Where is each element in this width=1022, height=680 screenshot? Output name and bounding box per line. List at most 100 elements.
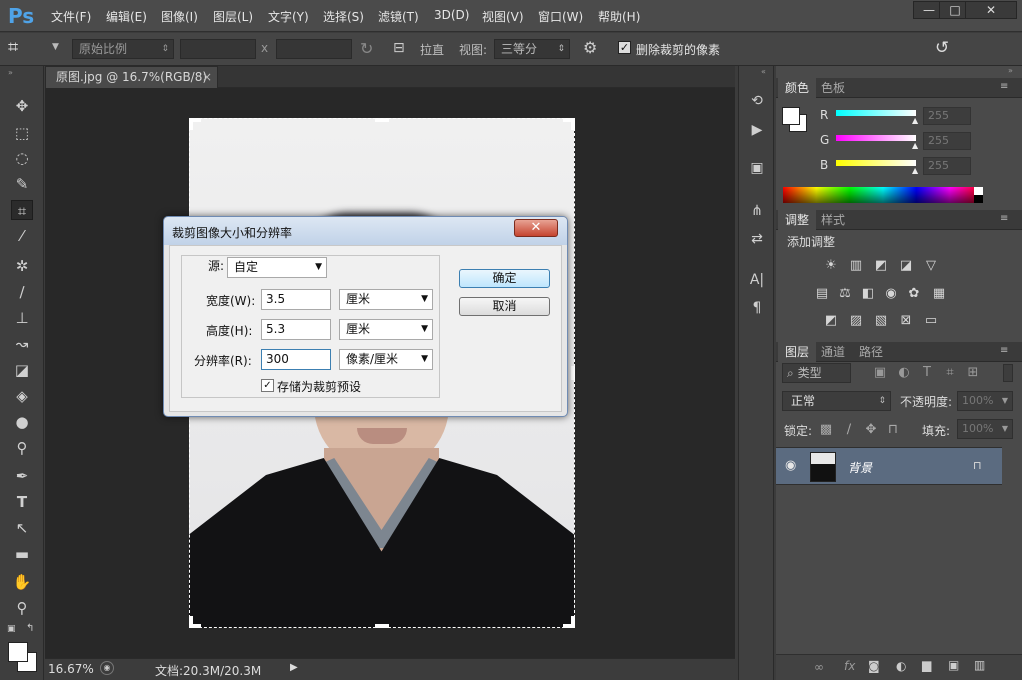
link-layers-icon[interactable]: ∞ <box>814 660 824 674</box>
history-panel-icon[interactable]: ⟲ <box>748 92 766 110</box>
cancel-button[interactable]: 取消 <box>459 297 550 316</box>
crop-handle-bl-v[interactable] <box>189 616 193 628</box>
channel-g-slider[interactable] <box>836 135 916 141</box>
paragraph-panel-icon[interactable]: ¶ <box>748 299 766 317</box>
foreground-color-swatch[interactable] <box>8 642 28 662</box>
brush-panel-icon[interactable]: ⋔ <box>748 202 766 220</box>
crop-handle-br-v[interactable] <box>571 616 575 628</box>
crop-height-input[interactable] <box>276 39 352 59</box>
crop-handle-tr-v[interactable] <box>571 118 575 130</box>
tab-color[interactable]: 颜色 <box>778 78 817 98</box>
filter-adjustment-icon[interactable]: ◐ <box>896 365 912 381</box>
color-lookup-icon[interactable]: ▦ <box>931 286 947 302</box>
tab-styles[interactable]: 样式 <box>814 210 852 230</box>
zoom-tool-icon[interactable]: ⚲ <box>11 598 33 618</box>
status-menu-arrow-icon[interactable]: ▶ <box>290 662 298 673</box>
straighten-icon[interactable]: ⊟ <box>393 40 405 56</box>
menu-view[interactable]: 视图(V) <box>482 8 524 25</box>
brush-tool-icon[interactable]: ∕ <box>11 282 33 302</box>
spectrum-white-swatch[interactable] <box>974 187 983 195</box>
delete-layer-icon[interactable]: ▥ <box>974 658 985 672</box>
dialog-close-button[interactable]: ✕ <box>514 219 558 237</box>
ok-button[interactable]: 确定 <box>459 269 550 288</box>
channel-mixer-icon[interactable]: ✿ <box>906 286 922 302</box>
new-adjustment-layer-icon[interactable]: ◐ <box>896 659 906 673</box>
type-tool-icon[interactable]: T <box>11 492 33 512</box>
swap-colors-icon[interactable]: ↰ <box>26 623 34 634</box>
tab-layers[interactable]: 图层 <box>778 342 817 362</box>
delete-cropped-checkbox[interactable]: ✓ <box>618 41 631 54</box>
lasso-tool-icon[interactable]: ◌ <box>11 148 33 168</box>
menu-select[interactable]: 选择(S) <box>323 8 364 25</box>
layer-filter-select[interactable]: ⌕ 类型 <box>782 363 851 383</box>
properties-panel-icon[interactable]: ▣ <box>748 159 766 177</box>
invert-icon[interactable]: ◩ <box>823 313 839 329</box>
menu-type[interactable]: 文字(Y) <box>268 8 309 25</box>
collapse-panels-icon[interactable]: » <box>1008 66 1013 75</box>
levels-icon[interactable]: ▥ <box>848 258 864 274</box>
pen-tool-icon[interactable]: ✒ <box>11 466 33 486</box>
menu-file[interactable]: 文件(F) <box>51 8 91 25</box>
color-panel-fg-swatch[interactable] <box>782 107 800 125</box>
save-preset-checkbox[interactable]: ✓ <box>261 379 274 392</box>
visibility-eye-icon[interactable]: ◉ <box>785 458 796 473</box>
width-unit-select[interactable]: 厘米 ▼ <box>339 289 433 310</box>
exposure-icon[interactable]: ◪ <box>898 258 914 274</box>
filter-shape-icon[interactable]: ⌗ <box>942 365 958 381</box>
tab-adjustments[interactable]: 调整 <box>778 210 817 230</box>
curves-icon[interactable]: ◩ <box>873 258 889 274</box>
selective-color-icon[interactable]: ⊠ <box>898 313 914 329</box>
eraser-tool-icon[interactable]: ◪ <box>11 360 33 380</box>
menu-3d[interactable]: 3D(D) <box>434 8 469 22</box>
filter-type-icon[interactable]: T <box>919 365 935 381</box>
quick-select-tool-icon[interactable]: ✎ <box>11 174 33 194</box>
lock-move-icon[interactable]: ✥ <box>863 422 879 438</box>
actions-panel-icon[interactable]: ▶ <box>748 121 766 139</box>
crop-width-input[interactable] <box>180 39 256 59</box>
straighten-label[interactable]: 拉直 <box>420 41 444 58</box>
filter-smart-object-icon[interactable]: ⊞ <box>965 365 981 381</box>
new-group-icon[interactable]: ▆ <box>922 658 931 672</box>
filter-toggle[interactable] <box>1003 364 1013 382</box>
height-input[interactable]: 5.3 <box>261 319 331 340</box>
width-input[interactable]: 3.5 <box>261 289 331 310</box>
height-unit-select[interactable]: 厘米 ▼ <box>339 319 433 340</box>
menu-image[interactable]: 图像(I) <box>161 8 198 25</box>
menu-edit[interactable]: 编辑(E) <box>106 8 147 25</box>
layer-row-background[interactable]: ◉ 背景 ⊓ <box>776 447 1002 485</box>
marquee-tool-icon[interactable]: ⬚ <box>11 123 33 143</box>
status-info-icon[interactable]: ◉ <box>100 661 114 675</box>
hue-saturation-icon[interactable]: ▤ <box>814 286 830 302</box>
filter-pixel-icon[interactable]: ▣ <box>872 365 888 381</box>
path-select-tool-icon[interactable]: ↖ <box>11 518 33 538</box>
source-select[interactable]: 自定 ▼ <box>227 257 327 278</box>
crop-handle-bottom[interactable] <box>375 624 389 628</box>
menu-filter[interactable]: 滤镜(T) <box>378 8 419 25</box>
layer-effects-icon[interactable]: fx <box>844 659 855 673</box>
channel-g-value[interactable]: 255 <box>923 132 971 150</box>
shape-tool-icon[interactable]: ▬ <box>11 544 33 564</box>
lock-all-icon[interactable]: ⊓ <box>885 422 901 438</box>
character-panel-icon[interactable]: A| <box>748 271 766 289</box>
history-brush-tool-icon[interactable]: ↝ <box>11 334 33 354</box>
tool-preset-caret-icon[interactable]: ▼ <box>52 42 59 52</box>
channel-b-value[interactable]: 255 <box>923 157 971 175</box>
crop-handle-right[interactable] <box>571 366 575 380</box>
default-colors-icon[interactable]: ▣ <box>7 624 16 634</box>
threshold-icon[interactable]: ▧ <box>873 313 889 329</box>
dodge-tool-icon[interactable]: ⚲ <box>11 438 33 458</box>
menu-window[interactable]: 窗口(W) <box>538 8 583 25</box>
swap-icon[interactable]: ↻ <box>360 39 373 58</box>
tab-swatches[interactable]: 色板 <box>814 78 852 98</box>
channel-b-slider[interactable] <box>836 160 916 166</box>
tab-close-icon[interactable]: × <box>202 67 212 87</box>
resolution-unit-select[interactable]: 像素/厘米 ▼ <box>339 349 433 370</box>
crop-handle-top[interactable] <box>375 118 389 122</box>
channel-r-value[interactable]: 255 <box>923 107 971 125</box>
stamp-tool-icon[interactable]: ⊥ <box>11 308 33 328</box>
crop-tool-icon[interactable]: ⌗ <box>8 37 18 58</box>
paint-bucket-tool-icon[interactable]: ◈ <box>11 386 33 406</box>
brightness-contrast-icon[interactable]: ☀ <box>823 258 839 274</box>
view-overlay-select[interactable]: 三等分 ⇕ <box>494 39 570 59</box>
black-white-icon[interactable]: ◧ <box>860 286 876 302</box>
